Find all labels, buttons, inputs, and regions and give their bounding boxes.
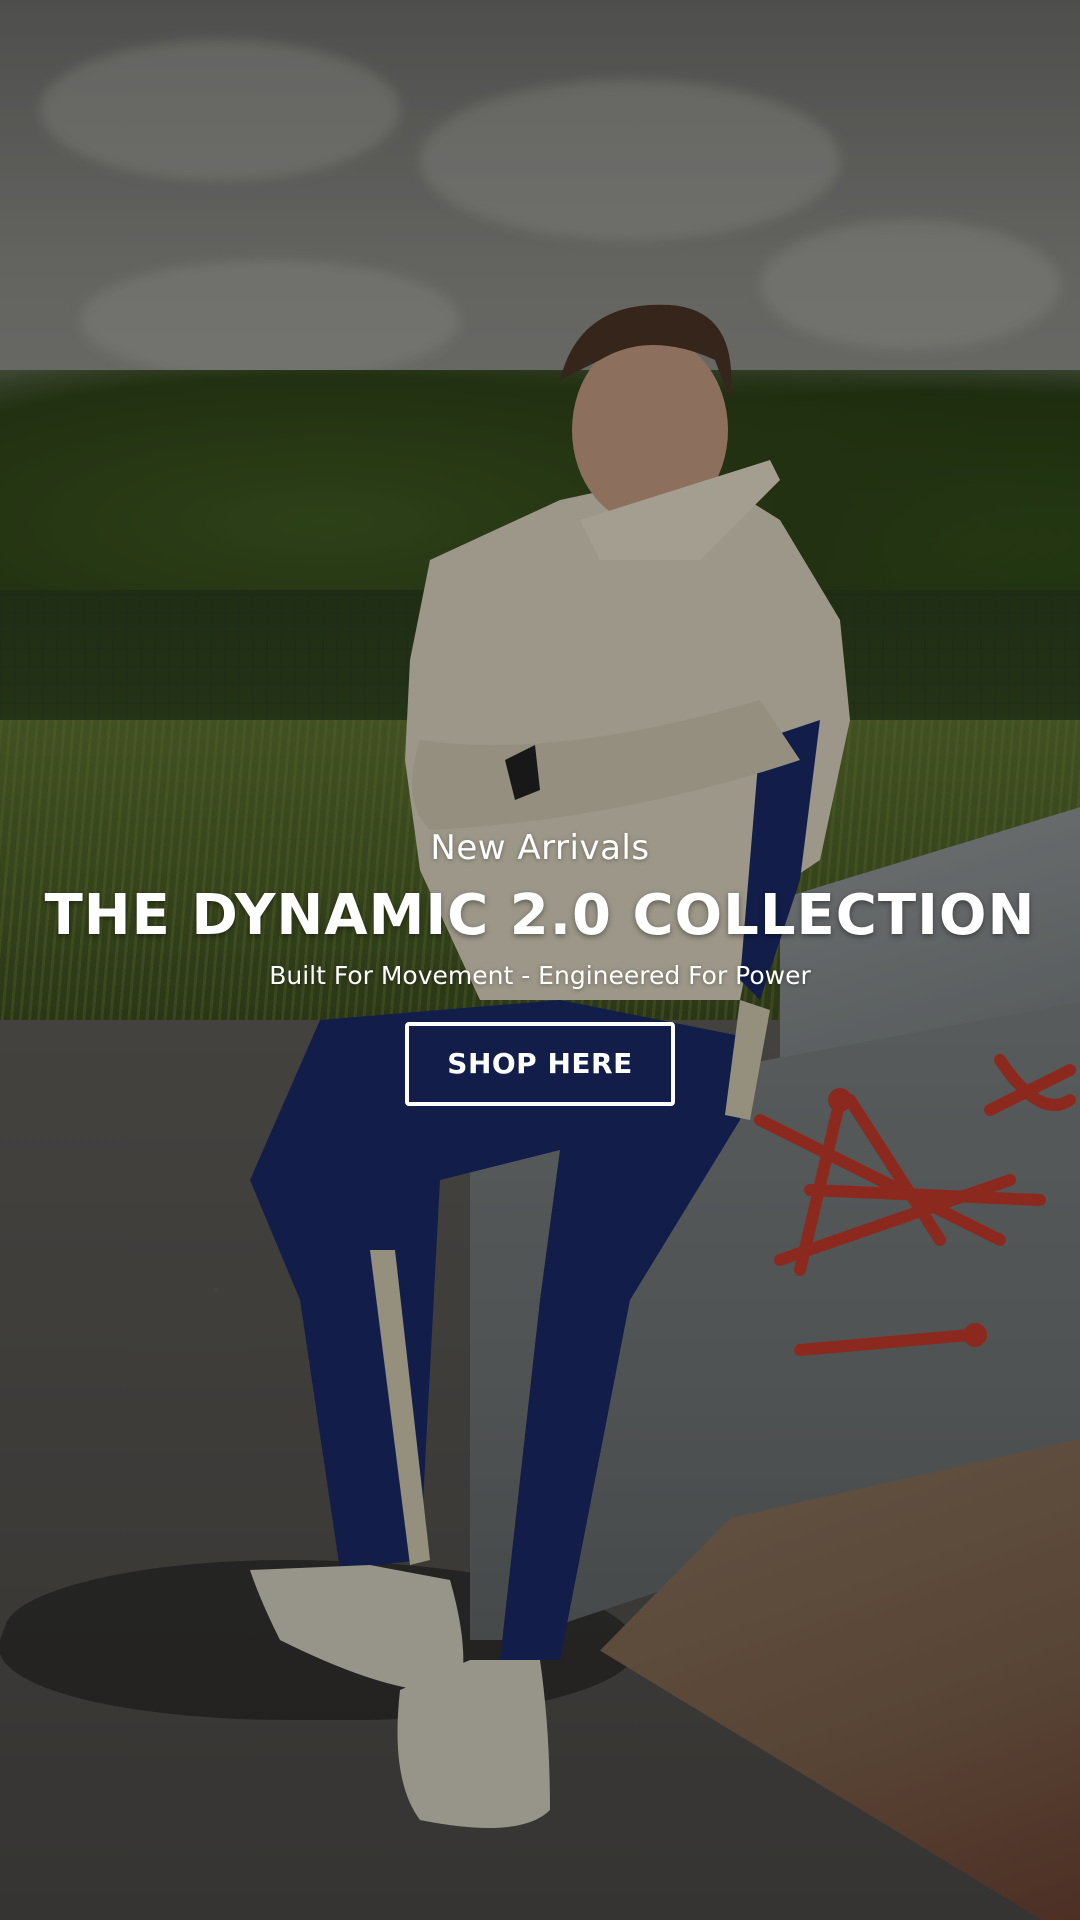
hero-content: New Arrivals THE DYNAMIC 2.0 COLLECTION … [0,820,1080,1106]
hero-headline: THE DYNAMIC 2.0 COLLECTION [44,883,1036,948]
hero-banner: New Arrivals THE DYNAMIC 2.0 COLLECTION … [0,0,1080,1920]
shop-here-button[interactable]: SHOP HERE [405,1022,675,1106]
hero-tagline: Built For Movement - Engineered For Powe… [269,961,811,990]
eyebrow-text: New Arrivals [430,828,650,868]
